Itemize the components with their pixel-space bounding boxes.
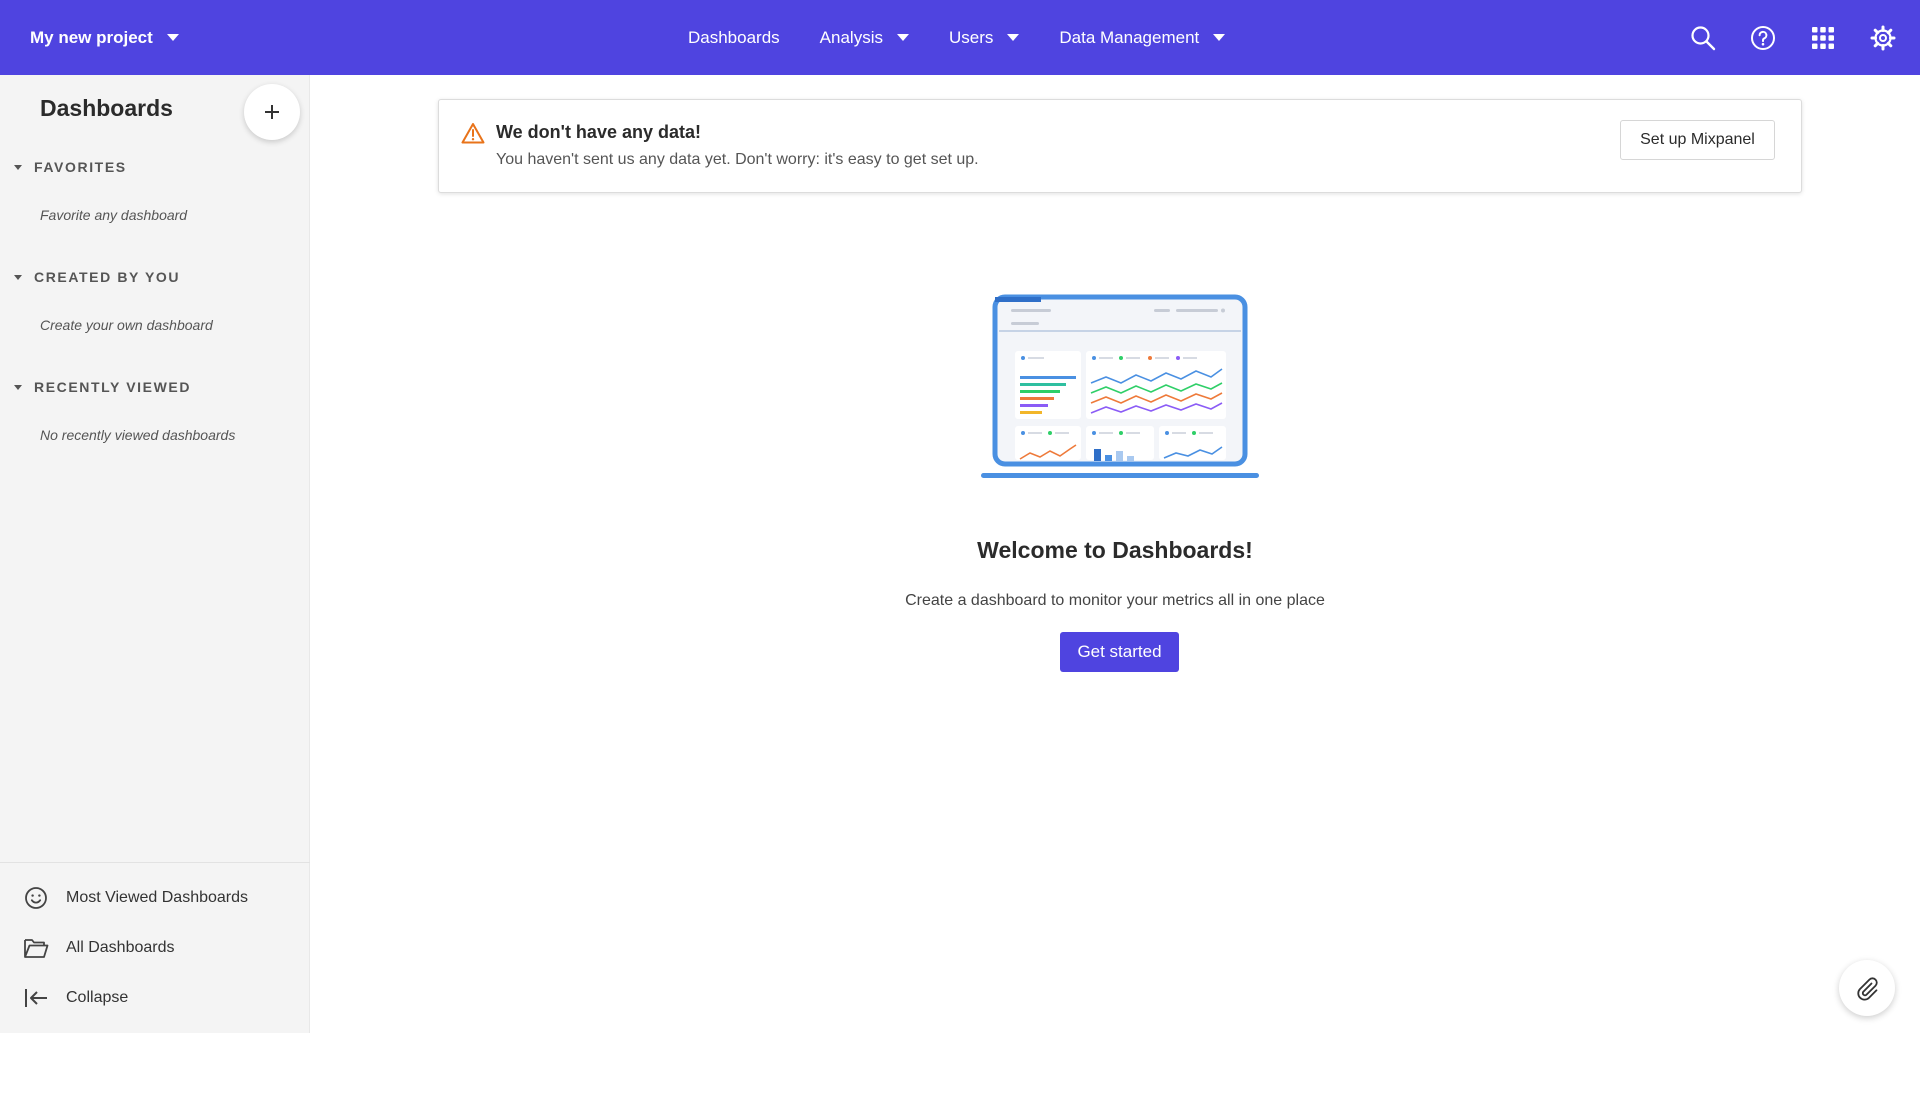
- top-icon-group: [1688, 0, 1898, 75]
- banner-title: We don't have any data!: [496, 122, 701, 142]
- section-created-by-you-toggle[interactable]: CREATED BY YOU: [14, 269, 180, 285]
- floating-help-button[interactable]: [1839, 960, 1895, 1016]
- created-by-you-empty-text: Create your own dashboard: [40, 317, 213, 333]
- collapse-sidebar-button[interactable]: Collapse: [22, 984, 128, 1012]
- no-data-banner: We don't have any data! You haven't sent…: [438, 99, 1802, 193]
- setup-mixpanel-button[interactable]: Set up Mixpanel: [1620, 120, 1775, 160]
- chevron-down-icon: [1213, 34, 1226, 41]
- sidebar-title: Dashboards: [40, 95, 173, 121]
- search-icon[interactable]: [1688, 23, 1718, 53]
- plus-icon: [265, 105, 279, 119]
- nav-analysis-label: Analysis: [819, 27, 883, 47]
- get-started-button[interactable]: Get started: [1060, 632, 1179, 672]
- folder-open-icon: [22, 934, 50, 962]
- section-recently-viewed-toggle[interactable]: RECENTLY VIEWED: [14, 379, 191, 395]
- nav-dashboards[interactable]: Dashboards: [688, 28, 780, 48]
- most-viewed-dashboards-link[interactable]: Most Viewed Dashboards: [22, 884, 248, 912]
- apps-grid-icon[interactable]: [1808, 23, 1838, 53]
- nav-dashboards-label: Dashboards: [688, 27, 780, 47]
- section-favorites-label: FAVORITES: [34, 159, 127, 175]
- warning-icon: [461, 122, 485, 149]
- paperclip-icon: [1857, 977, 1878, 1001]
- collapse-arrow-icon: [22, 984, 50, 1012]
- help-icon[interactable]: [1748, 23, 1778, 53]
- chevron-down-icon: [896, 34, 909, 41]
- add-dashboard-button[interactable]: [244, 84, 300, 140]
- section-created-by-you-label: CREATED BY YOU: [34, 269, 181, 285]
- section-recently-viewed-label: RECENTLY VIEWED: [34, 379, 192, 395]
- banner-subtitle: You haven't sent us any data yet. Don't …: [496, 151, 979, 168]
- section-favorites-toggle[interactable]: FAVORITES: [14, 159, 127, 175]
- smiley-icon: [22, 884, 50, 912]
- nav-users[interactable]: Users: [948, 27, 1020, 48]
- main-nav: Dashboards Analysis Users Data Managemen…: [688, 0, 1226, 75]
- project-selector[interactable]: My new project: [30, 0, 179, 75]
- dashboard-illustration: [978, 293, 1262, 485]
- favorites-empty-text: Favorite any dashboard: [40, 207, 188, 223]
- nav-users-label: Users: [948, 27, 994, 47]
- nav-data-management-label: Data Management: [1059, 27, 1200, 47]
- most-viewed-dashboards-label: Most Viewed Dashboards: [66, 889, 249, 906]
- collapse-label: Collapse: [66, 989, 129, 1006]
- welcome-title: Welcome to Dashboards!: [977, 537, 1253, 563]
- project-name: My new project: [30, 27, 153, 47]
- nav-analysis[interactable]: Analysis: [820, 28, 909, 48]
- caret-down-icon: [14, 384, 22, 390]
- all-dashboards-label: All Dashboards: [66, 939, 175, 956]
- caret-down-icon: [14, 274, 22, 280]
- top-navigation-bar: My new project Dashboards Analysis Users…: [0, 0, 1920, 75]
- gear-icon[interactable]: [1868, 23, 1898, 53]
- sidebar-divider: [0, 862, 310, 863]
- nav-data-management[interactable]: Data Management: [1059, 27, 1226, 48]
- all-dashboards-link[interactable]: All Dashboards: [22, 934, 175, 962]
- caret-down-icon: [14, 164, 22, 170]
- chevron-down-icon: [166, 34, 179, 41]
- recently-viewed-empty-text: No recently viewed dashboards: [40, 427, 236, 443]
- welcome-subtitle: Create a dashboard to monitor your metri…: [905, 592, 1325, 609]
- chevron-down-icon: [1007, 34, 1020, 41]
